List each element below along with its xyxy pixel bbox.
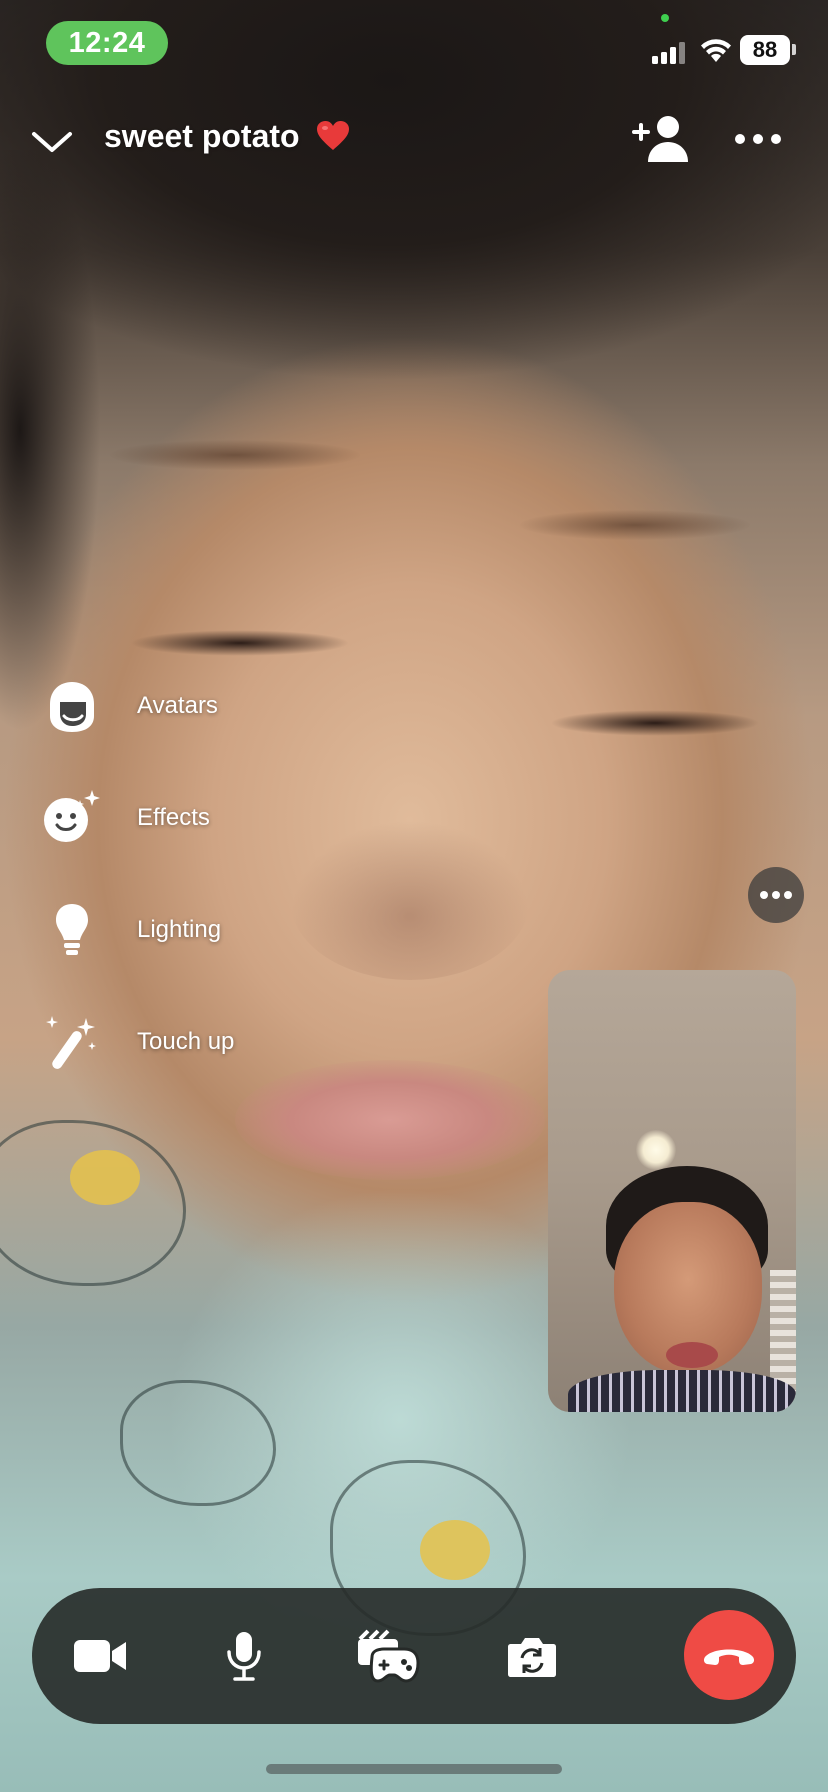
hang-up-icon xyxy=(703,1649,755,1665)
self-view-video[interactable] xyxy=(548,970,796,1412)
camera-in-use-indicator xyxy=(661,14,669,22)
remote-video-eye-left xyxy=(130,630,350,656)
remote-video-brow-right xyxy=(520,510,750,540)
microphone-icon xyxy=(227,1632,261,1681)
add-person-icon[interactable] xyxy=(632,114,690,164)
self-view-more-button[interactable] xyxy=(748,867,804,923)
home-indicator[interactable] xyxy=(266,1764,562,1774)
blanket-pattern xyxy=(420,1520,490,1580)
end-call-button[interactable] xyxy=(684,1610,774,1700)
contact-name: sweet potato xyxy=(104,118,350,155)
status-time: 12:24 xyxy=(46,21,168,65)
menu-item-touch-up[interactable]: Touch up xyxy=(42,1012,234,1072)
more-icon xyxy=(760,891,792,899)
self-view-shirt xyxy=(568,1370,796,1412)
call-controls-bar xyxy=(32,1588,796,1724)
menu-label-lighting: Lighting xyxy=(137,916,222,943)
blanket-pattern xyxy=(120,1380,276,1506)
camera-button[interactable] xyxy=(56,1612,144,1700)
games-button[interactable] xyxy=(344,1612,432,1700)
battery-cap xyxy=(792,44,796,55)
remote-video-hair-side xyxy=(0,150,120,750)
menu-item-effects[interactable]: Effects xyxy=(42,788,210,848)
menu-label-effects: Effects xyxy=(137,804,210,831)
ceiling-light xyxy=(636,1130,676,1170)
more-icon[interactable] xyxy=(730,124,786,154)
remote-video xyxy=(0,0,828,1792)
menu-item-lighting[interactable]: Lighting xyxy=(42,900,221,960)
battery-indicator: 88 xyxy=(740,35,790,65)
wifi-icon xyxy=(701,39,731,62)
remote-video-brow-left xyxy=(110,440,360,470)
remote-video-lips xyxy=(235,1060,545,1180)
flip-camera-icon xyxy=(508,1638,556,1677)
video-camera-icon xyxy=(74,1640,126,1672)
lightbulb-icon xyxy=(56,904,88,955)
chevron-down-icon[interactable] xyxy=(28,118,76,166)
menu-label-avatars: Avatars xyxy=(137,692,218,719)
cellular-signal-icon xyxy=(652,40,688,64)
blanket-pattern xyxy=(70,1150,140,1205)
avatar-icon xyxy=(50,682,94,732)
microphone-button[interactable] xyxy=(200,1612,288,1700)
remote-video-eye-right xyxy=(550,710,760,736)
menu-label-touch-up: Touch up xyxy=(137,1028,235,1055)
contact-name-text: sweet potato xyxy=(104,118,300,154)
game-controller-icon xyxy=(358,1629,420,1683)
flip-camera-button[interactable] xyxy=(488,1612,576,1700)
sparkle-smiley-icon xyxy=(44,790,100,842)
self-view-lips xyxy=(666,1342,718,1368)
remote-video-nose xyxy=(290,820,530,980)
magic-wand-icon xyxy=(46,1016,96,1069)
heart-emoji-icon xyxy=(317,121,350,150)
menu-item-avatars[interactable]: Avatars xyxy=(42,676,218,736)
